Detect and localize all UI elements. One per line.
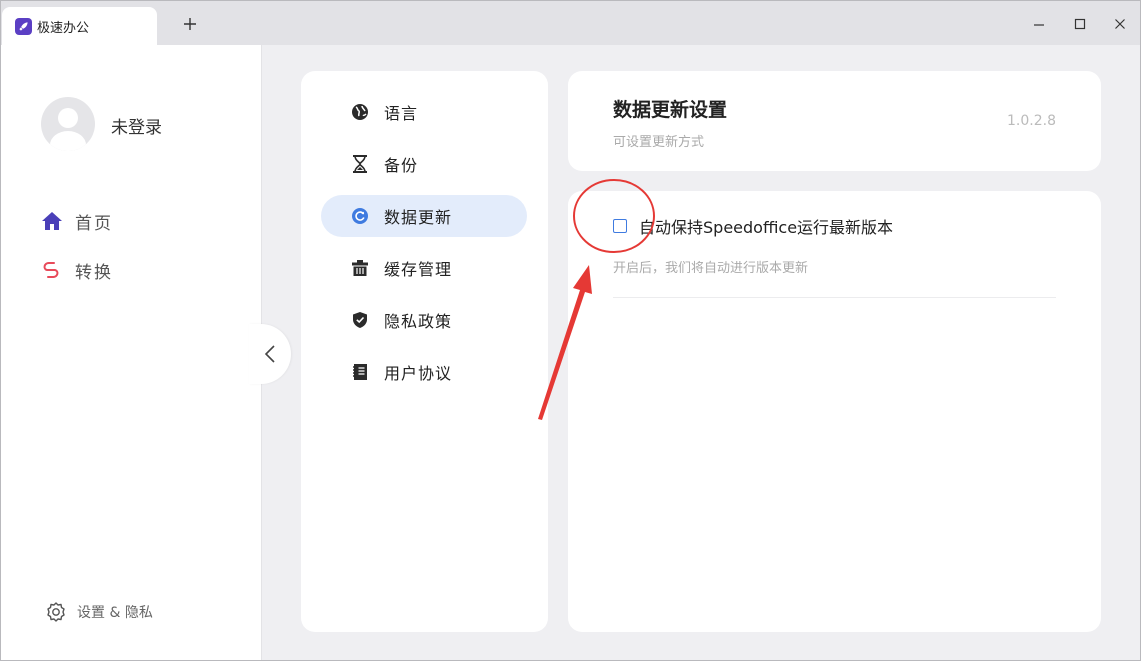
menu-item-privacy[interactable]: 隐私政策 bbox=[321, 299, 527, 341]
maximize-button[interactable] bbox=[1069, 13, 1091, 35]
rocket-icon bbox=[15, 17, 32, 35]
chevron-left-icon bbox=[264, 345, 275, 363]
minimize-icon bbox=[1034, 24, 1044, 26]
minimize-button[interactable] bbox=[1028, 13, 1050, 35]
menu-label-privacy: 隐私政策 bbox=[384, 312, 453, 331]
collapse-sidebar-button[interactable] bbox=[249, 324, 291, 384]
menu-label-backup: 备份 bbox=[384, 156, 419, 175]
page-header: 数据更新设置 可设置更新方式 1.0.2.8 bbox=[568, 71, 1101, 171]
settings-privacy-label: 设置 & 隐私 bbox=[77, 605, 153, 621]
hourglass-icon bbox=[350, 154, 370, 174]
auto-update-checkbox[interactable] bbox=[613, 219, 627, 233]
title-bar: 极速办公 bbox=[1, 1, 1140, 45]
page-title: 数据更新设置 bbox=[613, 99, 728, 121]
menu-label-cache: 缓存管理 bbox=[384, 260, 453, 279]
avatar[interactable] bbox=[41, 97, 95, 151]
menu-label-data-update: 数据更新 bbox=[384, 208, 453, 227]
menu-item-data-update[interactable]: 数据更新 bbox=[321, 195, 527, 237]
nav-item-home[interactable]: 首页 bbox=[41, 208, 113, 234]
shield-icon bbox=[350, 310, 370, 330]
menu-item-user-agreement[interactable]: 用户协议 bbox=[321, 351, 527, 393]
version-label: 1.0.2.8 bbox=[1007, 113, 1056, 129]
new-tab-button[interactable] bbox=[179, 13, 201, 35]
user-icon bbox=[50, 108, 86, 151]
menu-label-user-agreement: 用户协议 bbox=[384, 364, 453, 383]
settings-menu: 语言 备份 数据更新 缓存管理 隐私政策 用户协议 bbox=[301, 71, 548, 632]
sidebar: 未登录 首页 转换 设置 & 隐私 bbox=[1, 45, 262, 660]
app-tab[interactable]: 极速办公 bbox=[2, 7, 157, 45]
plus-icon bbox=[184, 18, 196, 30]
settings-card: 自动保持Speedoffice运行最新版本 开启后，我们将自动进行版本更新 bbox=[568, 191, 1101, 632]
close-icon bbox=[1115, 19, 1125, 29]
convert-icon bbox=[43, 262, 59, 278]
close-button[interactable] bbox=[1109, 13, 1131, 35]
menu-item-cache[interactable]: 缓存管理 bbox=[321, 247, 527, 289]
page-subtitle: 可设置更新方式 bbox=[613, 135, 705, 150]
home-icon bbox=[42, 212, 62, 230]
auto-update-hint: 开启后，我们将自动进行版本更新 bbox=[613, 261, 809, 276]
app-window: 极速办公 未登录 首页 转换 设置 & 隐私 语言 备份 数据更新 缓存管理 隐… bbox=[0, 0, 1141, 661]
notebook-icon bbox=[350, 362, 370, 382]
nav-label-home: 首页 bbox=[75, 213, 113, 234]
globe-icon bbox=[350, 102, 370, 122]
nav-label-convert: 转换 bbox=[75, 262, 113, 283]
refresh-icon bbox=[350, 206, 370, 226]
maximize-icon bbox=[1074, 18, 1086, 30]
divider bbox=[613, 297, 1056, 298]
menu-item-language[interactable]: 语言 bbox=[321, 91, 527, 133]
trash-icon bbox=[350, 258, 370, 278]
auto-update-label[interactable]: 自动保持Speedoffice运行最新版本 bbox=[639, 214, 893, 238]
nav-item-convert[interactable]: 转换 bbox=[41, 257, 113, 283]
auto-update-option[interactable]: 自动保持Speedoffice运行最新版本 bbox=[613, 214, 893, 238]
menu-label-language: 语言 bbox=[384, 104, 419, 123]
settings-privacy-link[interactable]: 设置 & 隐私 bbox=[45, 601, 153, 623]
username[interactable]: 未登录 bbox=[111, 113, 162, 138]
tab-title: 极速办公 bbox=[37, 20, 90, 36]
menu-item-backup[interactable]: 备份 bbox=[321, 143, 527, 185]
gear-icon bbox=[47, 602, 65, 622]
